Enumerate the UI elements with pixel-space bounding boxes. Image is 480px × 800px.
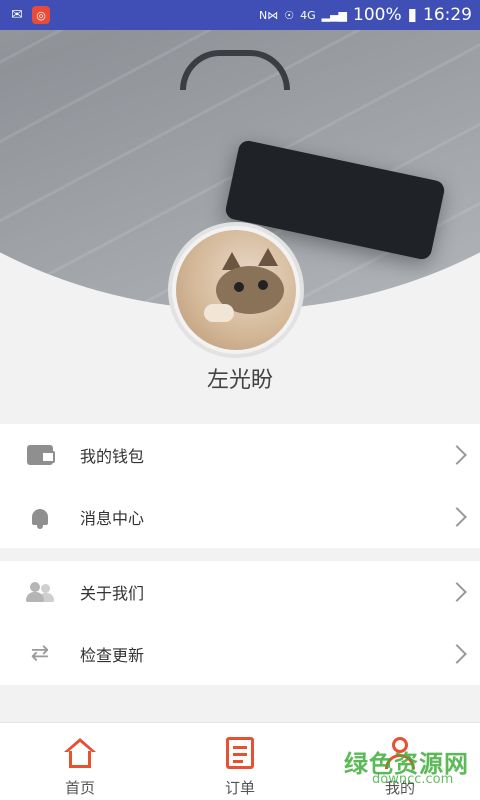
refresh-icon: ⇄	[30, 641, 50, 666]
menu-item-label: 我的钱包	[80, 447, 145, 466]
clock: 16:29	[423, 5, 472, 25]
bell-icon	[26, 505, 54, 529]
wallet-icon	[26, 443, 55, 467]
menu-group-app: 关于我们 ⇄ 检查更新	[0, 561, 480, 685]
wifi-icon: ☉	[284, 8, 295, 22]
battery-percent: 100%	[353, 5, 402, 25]
menu-item-wallet[interactable]: 我的钱包	[0, 424, 480, 486]
menu-item-about[interactable]: 关于我们	[0, 561, 480, 623]
app-notification-icon: ◎	[32, 6, 50, 24]
tab-label: 首页	[64, 779, 95, 797]
home-icon	[60, 735, 100, 771]
chevron-right-icon	[447, 644, 467, 664]
chevron-right-icon	[447, 445, 467, 465]
signal-icon: ▂▄▆	[321, 8, 348, 22]
chevron-right-icon	[447, 507, 467, 527]
tab-home[interactable]: 首页	[0, 723, 160, 800]
menu-item-label: 检查更新	[80, 646, 145, 665]
menu-group-account: 我的钱包 消息中心	[0, 424, 480, 548]
people-icon	[26, 580, 54, 604]
tab-orders[interactable]: 订单	[160, 723, 320, 800]
network-type: 4G	[300, 8, 316, 22]
tab-label: 订单	[224, 779, 255, 797]
menu-item-label: 关于我们	[80, 584, 145, 603]
chevron-right-icon	[447, 582, 467, 602]
watermark-url: downcc.com	[372, 772, 454, 787]
username: 左光盼	[206, 368, 273, 393]
avatar-image	[176, 230, 296, 350]
menu-item-check-update[interactable]: ⇄ 检查更新	[0, 623, 480, 685]
avatar[interactable]	[168, 222, 304, 358]
status-bar: ✉ ◎ N⋈ ☉ 4G ▂▄▆ 100% ▮ 16:29	[0, 0, 480, 30]
wechat-notification-icon: ✉	[11, 7, 23, 23]
menu-item-label: 消息中心	[80, 509, 145, 528]
nfc-icon: N⋈	[259, 8, 279, 22]
menu-item-messages[interactable]: 消息中心	[0, 486, 480, 548]
order-icon	[220, 735, 260, 771]
battery-icon: ▮	[407, 5, 417, 25]
